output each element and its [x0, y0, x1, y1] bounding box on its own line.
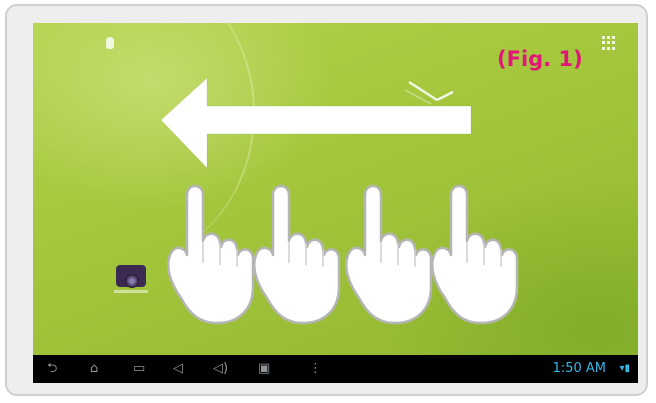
tablet-screen: (Fig. 1) ⮌ ⌂ ▭ ◁ ◁) ▣ ⋮ 1:50 AM ▾▮	[33, 23, 638, 383]
back-icon[interactable]: ⮌	[47, 362, 57, 376]
status-clock[interactable]: 1:50 AM	[553, 361, 606, 376]
hand-2	[252, 184, 341, 325]
hand-4	[430, 184, 519, 325]
four-finger-gesture	[166, 184, 519, 325]
figure-label: (Fig. 1)	[497, 47, 583, 71]
hand-3	[344, 184, 433, 325]
home-icon[interactable]: ⌂	[90, 362, 98, 376]
app-drawer-icon[interactable]	[602, 36, 616, 50]
menu-dots-icon[interactable]: ⋮	[309, 362, 322, 376]
volume-up-icon[interactable]: ◁)	[213, 362, 228, 376]
battery-icon: ▮	[624, 363, 630, 374]
swipe-left-arrow	[161, 78, 472, 170]
voice-search-icon[interactable]	[106, 37, 114, 49]
camera-app-icon[interactable]	[114, 259, 154, 295]
system-navigation-bar: ⮌ ⌂ ▭ ◁ ◁) ▣ ⋮ 1:50 AM ▾▮	[33, 355, 638, 383]
hand-1	[166, 184, 255, 325]
recent-apps-icon[interactable]: ▭	[133, 362, 145, 376]
wifi-battery-icons[interactable]: ▾▮	[619, 363, 630, 374]
volume-down-icon[interactable]: ◁	[173, 362, 183, 376]
screenshot-icon[interactable]: ▣	[258, 362, 270, 376]
